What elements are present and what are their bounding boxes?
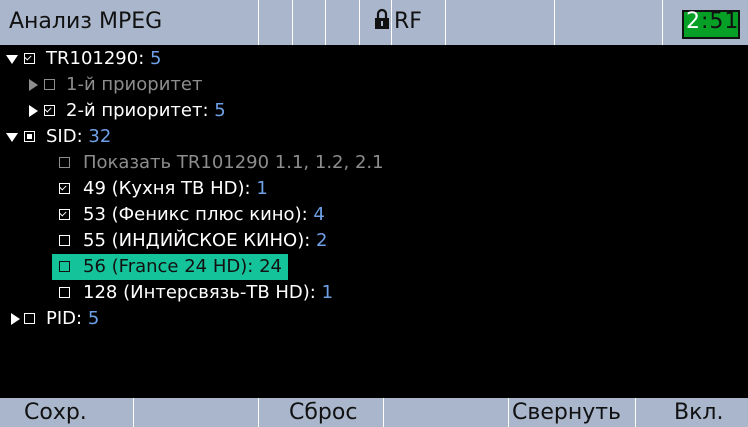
divider	[391, 0, 392, 45]
rf-indicator: RF	[394, 9, 422, 34]
collapsed-arrow-icon[interactable]	[11, 313, 20, 325]
checkbox[interactable]	[59, 157, 70, 168]
divider	[325, 0, 326, 45]
tree-item-label: 128 (Интерсвязь-ТВ HD):	[83, 282, 322, 303]
divider	[292, 0, 293, 45]
checkbox[interactable]	[24, 53, 35, 64]
tree-item-service[interactable]: 55 (ИНДИЙСКОЕ КИНО): 2	[0, 228, 748, 254]
empty-softkey[interactable]	[386, 398, 506, 427]
tree-item-label: 53 (Феникс плюс кино):	[83, 204, 314, 225]
page-title: Анализ MPEG	[9, 9, 163, 34]
tree-item-service[interactable]: 128 (Интерсвязь-ТВ HD): 1	[0, 280, 748, 306]
tree-item-count: 5	[214, 100, 226, 121]
collapse-softkey[interactable]: Свернуть	[512, 398, 621, 427]
divider	[635, 398, 636, 427]
divider	[445, 0, 446, 45]
save-softkey[interactable]: Сохр.	[24, 398, 87, 427]
clock-minutes: 51	[709, 9, 740, 34]
expand-arrow-icon[interactable]	[6, 55, 18, 64]
tree-item-count: 1	[256, 178, 268, 199]
tree-item-count: 1	[321, 282, 334, 303]
reset-softkey[interactable]: Сброс	[289, 398, 357, 427]
tree-item-show-tr101290[interactable]: Показать TR101290 1.1, 1.2, 2.1	[0, 150, 748, 176]
tree-item-label: 56 (France 24 HD):	[83, 256, 260, 277]
divider	[133, 398, 134, 427]
divider	[383, 398, 384, 427]
tree-item-label: Показать TR101290 1.1, 1.2, 2.1	[83, 152, 384, 173]
tree-item-service-selected[interactable]: 56 (France 24 HD): 24	[52, 254, 288, 280]
tree-item-count: 5	[87, 308, 100, 329]
tree-item-count: 4	[313, 204, 325, 225]
tree-item-service[interactable]: 49 (Кухня ТВ HD): 1	[0, 176, 748, 202]
empty-softkey[interactable]	[136, 398, 256, 427]
tree-item-count: 5	[150, 48, 162, 69]
divider	[662, 0, 663, 45]
checkbox[interactable]	[24, 131, 35, 142]
tree-item-tr101290[interactable]: TR101290: 5	[0, 46, 748, 72]
divider	[258, 398, 259, 427]
lock-icon	[375, 8, 389, 29]
expand-arrow-icon[interactable]	[6, 133, 18, 142]
collapsed-arrow-icon[interactable]	[29, 79, 38, 91]
tree-item-label: TR101290:	[46, 48, 151, 69]
tree-item-count: 32	[88, 126, 112, 147]
tree-item-priority-2[interactable]: 2-й приоритет: 5	[0, 98, 748, 124]
status-bar: Анализ MPEG RF 2:51	[0, 0, 748, 45]
tree-item-count: 2	[316, 230, 328, 251]
checkbox[interactable]	[59, 235, 70, 246]
checkbox[interactable]	[24, 313, 35, 324]
checkbox[interactable]	[44, 79, 55, 90]
clock-hours: 2	[686, 9, 701, 34]
tree-item-priority-1[interactable]: 1-й приоритет	[0, 72, 748, 98]
tree-item-label: 1-й приоритет	[66, 74, 203, 95]
softkey-bar: Сохр. Сброс Свернуть Вкл.	[0, 398, 748, 427]
divider	[508, 398, 509, 427]
tree-item-label: SID:	[46, 126, 89, 147]
divider	[258, 0, 259, 45]
divider	[359, 0, 360, 45]
tree-item-count: 24	[259, 256, 282, 277]
checkbox[interactable]	[44, 105, 55, 116]
checkbox[interactable]	[59, 209, 70, 220]
on-softkey[interactable]: Вкл.	[674, 398, 723, 427]
checkbox[interactable]	[59, 261, 70, 272]
tree-item-label: PID:	[46, 308, 88, 329]
clock: 2:51	[686, 9, 740, 34]
tree-item-sid[interactable]: SID: 32	[0, 124, 748, 150]
checkbox[interactable]	[59, 287, 70, 298]
tree-item-pid[interactable]: PID: 5	[0, 306, 748, 332]
divider	[554, 0, 555, 45]
collapsed-arrow-icon[interactable]	[29, 105, 38, 117]
checkbox[interactable]	[59, 183, 70, 194]
tree-item-label: 49 (Кухня ТВ HD):	[83, 178, 257, 199]
tree-item-service[interactable]: 53 (Феникс плюс кино): 4	[0, 202, 748, 228]
tree-item-label: 2-й приоритет:	[66, 100, 215, 121]
tree-item-label: 55 (ИНДИЙСКОЕ КИНО):	[83, 230, 317, 251]
